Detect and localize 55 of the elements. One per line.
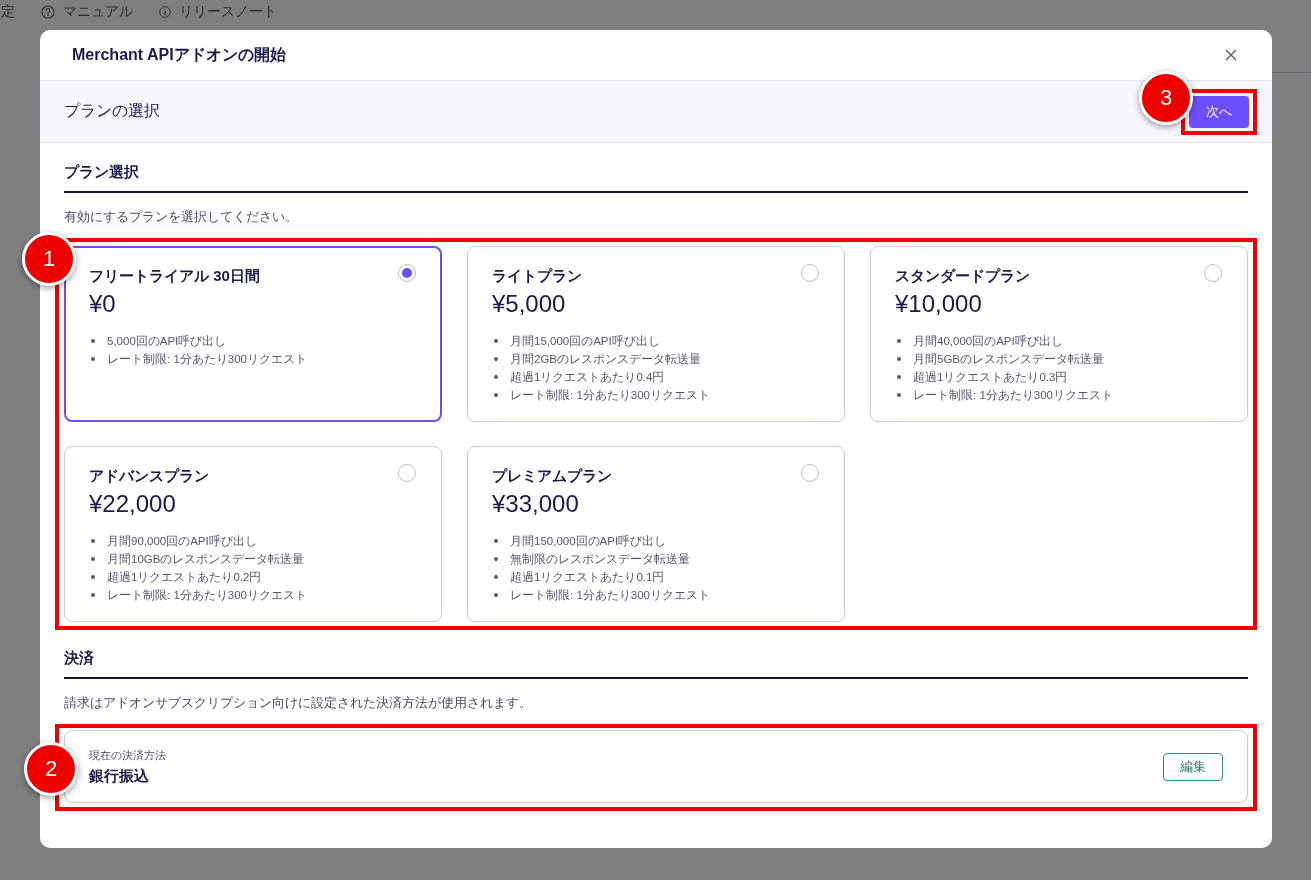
plan-feature: 超過1リクエストあたり0.4円 bbox=[510, 370, 665, 385]
plan-feature: 月間10GBのレスポンスデータ転送量 bbox=[107, 552, 305, 567]
plan-feature: レート制限: 1分あたり300リクエスト bbox=[510, 388, 710, 403]
help-icon bbox=[41, 5, 55, 19]
nav-link[interactable]: マニュアル bbox=[63, 3, 133, 21]
plan-card[interactable]: スタンダードプラン ¥10,000 月間40,000回のAPI呼び出し 月間5GBのレスポンスデータ転送量 超過1リクエストあたり0.3円 レート制限: 1分あたり300リクエスト bbox=[870, 246, 1248, 422]
plan-price: ¥5,000 bbox=[492, 290, 567, 318]
nav-link[interactable]: リリースノート bbox=[179, 3, 277, 21]
section-description: 請求はアドオンサブスクリプション向けに設定された決済方法が使用されます。 bbox=[64, 694, 533, 712]
plan-feature: 月間90,000回のAPI呼び出し bbox=[107, 534, 257, 549]
section-title: プラン選択 bbox=[64, 143, 1248, 193]
plan-feature: 超過1リクエストあたり0.1円 bbox=[510, 570, 665, 585]
info-icon bbox=[159, 6, 171, 18]
dialog-title: Merchant APIアドオンの開始 bbox=[72, 44, 286, 65]
edit-button[interactable]: 編集 bbox=[1163, 752, 1223, 781]
plan-feature: 5,000回のAPI呼び出し bbox=[107, 334, 227, 349]
step-marker: 1 bbox=[22, 232, 76, 286]
plan-feature: 月間15,000回のAPI呼び出し bbox=[510, 334, 660, 349]
radio-button[interactable] bbox=[801, 264, 819, 282]
next-button[interactable]: 次へ bbox=[1189, 95, 1249, 128]
plan-feature: レート制限: 1分あたり300リクエスト bbox=[107, 588, 307, 603]
radio-button[interactable] bbox=[398, 264, 416, 282]
plan-feature: 超過1リクエストあたり0.3円 bbox=[913, 370, 1068, 385]
nav-link[interactable]: 定 bbox=[1, 3, 15, 21]
plan-feature: レート制限: 1分あたり300リクエスト bbox=[107, 352, 307, 367]
close-icon[interactable] bbox=[1223, 47, 1239, 63]
plan-feature: 月間40,000回のAPI呼び出し bbox=[913, 334, 1063, 349]
radio-button[interactable] bbox=[398, 464, 416, 482]
radio-button[interactable] bbox=[801, 464, 819, 482]
plan-feature: レート制限: 1分あたり300リクエスト bbox=[913, 388, 1113, 403]
plan-feature: レート制限: 1分あたり300リクエスト bbox=[510, 588, 710, 603]
plan-name: プレミアムプラン bbox=[492, 467, 612, 486]
plan-name: アドバンスプラン bbox=[89, 467, 209, 486]
section-description: 有効にするプランを選択してください。 bbox=[64, 208, 299, 226]
plan-feature: 超過1リクエストあたり0.2円 bbox=[107, 570, 262, 585]
radio-button[interactable] bbox=[1204, 264, 1222, 282]
plan-name: スタンダードプラン bbox=[895, 267, 1030, 286]
plan-price: ¥33,000 bbox=[492, 490, 580, 518]
payment-label: 現在の決済方法 bbox=[89, 747, 166, 763]
plan-card[interactable]: プレミアムプラン ¥33,000 月間150,000回のAPI呼び出し 無制限のレスポンスデータ転送量 超過1リクエストあたり0.1円 レート制限: 1分あたり300リクエスト bbox=[467, 446, 845, 622]
plan-card[interactable]: ライトプラン ¥5,000 月間15,000回のAPI呼び出し 月間2GBのレスポンスデータ転送量 超過1リクエストあたり0.4円 レート制限: 1分あたり300リクエスト bbox=[467, 246, 845, 422]
plan-card[interactable]: アドバンスプラン ¥22,000 月間90,000回のAPI呼び出し 月間10GBのレスポンスデータ転送量 超過1リクエストあたり0.2円 レート制限: 1分あたり300リクエスト bbox=[64, 446, 442, 622]
plan-name: ライトプラン bbox=[492, 267, 582, 286]
plan-price: ¥0 bbox=[89, 290, 117, 318]
plan-feature: 月間5GBのレスポンスデータ転送量 bbox=[913, 352, 1104, 367]
plan-feature: 月間150,000回のAPI呼び出し bbox=[510, 534, 667, 549]
step-title: プランの選択 bbox=[64, 101, 160, 121]
plan-price: ¥10,000 bbox=[895, 290, 983, 318]
plan-feature: 無制限のレスポンスデータ転送量 bbox=[510, 552, 690, 567]
plan-name: フリートライアル 30日間 bbox=[89, 267, 260, 286]
step-marker: 2 bbox=[24, 742, 78, 796]
plan-feature: 月間2GBのレスポンスデータ転送量 bbox=[510, 352, 701, 367]
plan-price: ¥22,000 bbox=[89, 490, 177, 518]
section-title: 決済 bbox=[64, 630, 1248, 679]
payment-method: 銀行振込 bbox=[89, 766, 150, 786]
